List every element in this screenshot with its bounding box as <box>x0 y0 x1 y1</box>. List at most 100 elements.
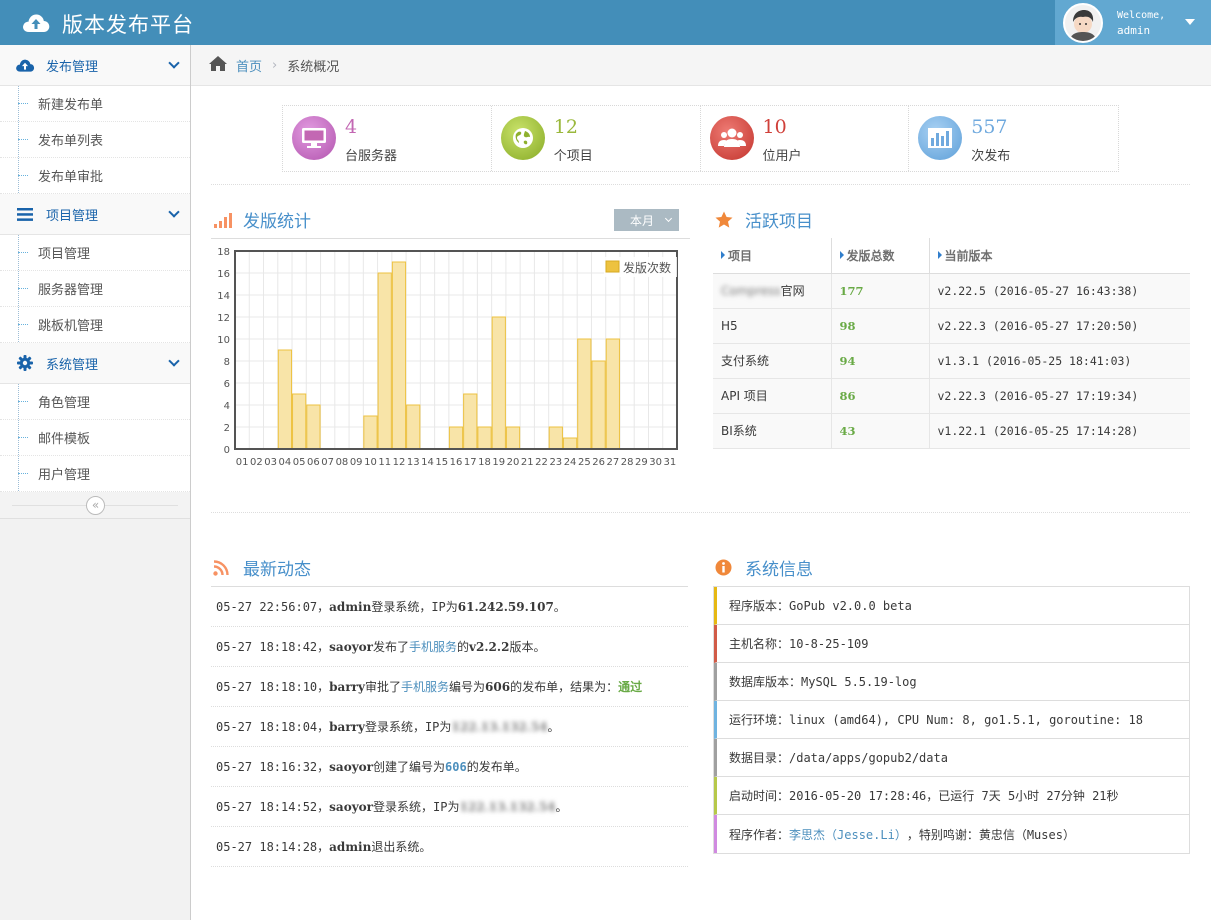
caret-right-icon <box>839 250 844 259</box>
bar <box>505 426 521 450</box>
sidebar-item-label: 角色管理 <box>38 396 91 411</box>
project-version: v1.3.1 (2016-05-25 18:41:03) <box>929 343 1190 379</box>
collapse-icon[interactable]: « <box>86 496 105 515</box>
list-item: 程序版本：GoPub v2.0.0 beta <box>714 587 1189 625</box>
stats-boxes: 4 台服务器 12 个项目 10 位用户 557 次发布 <box>282 105 1119 172</box>
bar <box>448 426 464 450</box>
sidebar-item-new-release[interactable]: 新建发布单 <box>0 86 190 122</box>
y-tick-label: 14 <box>217 291 230 302</box>
project-name: 支付系统 <box>713 343 832 379</box>
widget-title-text: 系统信息 <box>745 560 813 580</box>
activity-text: 编号为 <box>448 680 485 694</box>
sidebar: 发布管理 新建发布单 发布单列表 发布单审批 项目管理 项目管理 服务器管理 跳… <box>0 45 191 920</box>
table-row[interactable]: API 项目 86 v2.22.3 (2016-05-27 17:19:34) <box>713 378 1190 414</box>
x-tick-label: 21 <box>521 457 534 468</box>
x-tick-label: 24 <box>564 457 577 468</box>
period-dropdown-button[interactable]: 本月 <box>614 209 679 231</box>
stat-label: 个项目 <box>553 149 593 164</box>
list-item: 05-27 18:18:10， barry 审批了 手机服务 编号为 606 的发布单… <box>211 667 688 707</box>
x-tick-label: 08 <box>336 457 349 468</box>
release-bar-chart: 02468101214161801 02 03 04 05 06 07 08 09 10 11 12 1… <box>217 247 678 468</box>
y-tick-label: 6 <box>224 379 230 390</box>
x-tick-label: 14 <box>421 457 434 468</box>
table-row[interactable]: Compress官网 177 v2.22.5 (2016-05-27 16:43… <box>713 273 1190 309</box>
active-projects-table: 项目 发版总数 当前版本 Compress官网 177 v2.22.5 (201… <box>713 238 1190 449</box>
breadcrumb-home-link[interactable]: 首页 <box>236 56 262 75</box>
users-icon <box>709 116 754 160</box>
table-row[interactable]: BI系统 43 v1.22.1 (2016-05-25 17:14:28) <box>713 413 1190 449</box>
activity-text: 。 <box>553 600 566 614</box>
divider <box>211 184 1190 185</box>
table-row[interactable]: H5 98 v2.22.3 (2016-05-27 17:20:50) <box>713 308 1190 344</box>
active-projects-title: 活跃项目 <box>715 207 813 232</box>
brand[interactable]: 版本发布平台 <box>22 9 194 39</box>
sidebar-item-label: 发布单列表 <box>38 134 104 149</box>
author-suffix: ，特别鸣谢：黄忠信（Muses） <box>906 827 1075 842</box>
cloud-upload-icon <box>14 58 36 73</box>
stat-releases: 557 次发布 <box>909 106 1118 171</box>
home-icon[interactable] <box>209 55 227 75</box>
sidebar-item-release-list[interactable]: 发布单列表 <box>0 122 190 158</box>
sidebar-item-release-approval[interactable]: 发布单审批 <box>0 158 190 194</box>
list-item: 程序作者： 李思杰（Jesse.Li） ，特别鸣谢：黄忠信（Muses） <box>714 815 1189 853</box>
project-name: API 项目 <box>713 378 832 414</box>
author-prefix: 程序作者： <box>729 827 790 842</box>
sidebar-item-label: 发布单审批 <box>38 170 104 185</box>
list-item: 运行环境：linux (amd64), CPU Num: 8, go1.5.1,… <box>714 701 1189 739</box>
sidebar-group-project[interactable]: 项目管理 <box>0 194 190 235</box>
sidebar-group-release[interactable]: 发布管理 <box>0 45 190 86</box>
cloud-upload-icon <box>22 12 50 37</box>
table-row[interactable]: 支付系统 94 v1.3.1 (2016-05-25 18:41:03) <box>713 343 1190 379</box>
activity-time: 05-27 18:18:42， <box>216 640 330 654</box>
author-link[interactable]: 李思杰（Jesse.Li） <box>789 826 907 843</box>
column-header-count[interactable]: 发版总数 <box>831 238 930 274</box>
sidebar-item-jumphost-manage[interactable]: 跳板机管理 <box>0 307 190 343</box>
activity-number: 606 <box>485 679 511 694</box>
widget-header-line <box>211 238 690 239</box>
sidebar-item-server-manage[interactable]: 服务器管理 <box>0 271 190 307</box>
x-tick-label: 23 <box>549 457 562 468</box>
redacted-ip: 122.13.132.54 <box>459 799 556 814</box>
sidebar-item-role-manage[interactable]: 角色管理 <box>0 384 190 420</box>
submenu-release: 新建发布单 发布单列表 发布单审批 <box>0 86 190 194</box>
caret-right-icon <box>937 250 942 259</box>
project-link[interactable]: 手机服务 <box>401 678 449 695</box>
rss-icon <box>213 559 235 576</box>
activity-user: saoyor <box>329 639 373 654</box>
bar <box>548 426 563 450</box>
sidebar-item-label: 用户管理 <box>38 468 91 483</box>
activity-time: 05-27 18:16:32， <box>216 760 330 774</box>
x-tick-label: 20 <box>507 457 520 468</box>
table-header-row: 项目 发版总数 当前版本 <box>713 238 1190 274</box>
project-count: 43 <box>831 413 930 449</box>
sidebar-item-user-manage[interactable]: 用户管理 <box>0 456 190 492</box>
project-link[interactable]: 手机服务 <box>409 638 457 655</box>
bar <box>306 404 321 450</box>
sidebar-group-label: 发布管理 <box>46 59 99 75</box>
activity-version: v2.2.2 <box>469 639 510 654</box>
activity-title: 最新动态 <box>213 555 311 580</box>
release-number-link[interactable]: 606 <box>445 760 467 774</box>
chevron-down-icon <box>664 214 673 223</box>
submenu-system: 角色管理 邮件模板 用户管理 <box>0 384 190 492</box>
list-item: 05-27 22:56:07， admin 登录系统，IP为 61.242.59.… <box>211 587 688 627</box>
x-tick-label: 11 <box>378 457 391 468</box>
user-menu[interactable]: Welcome, admin <box>1055 0 1211 45</box>
y-tick-label: 18 <box>217 247 230 258</box>
caret-down-icon[interactable] <box>1185 19 1195 25</box>
sidebar-item-mail-template[interactable]: 邮件模板 <box>0 420 190 456</box>
sidebar-group-system[interactable]: 系统管理 <box>0 343 190 384</box>
sidebar-item-project-manage[interactable]: 项目管理 <box>0 235 190 271</box>
stat-label: 次发布 <box>971 149 1011 164</box>
sidebar-collapse-bar: « <box>0 492 190 519</box>
x-tick-label: 22 <box>535 457 548 468</box>
x-tick-label: 09 <box>350 457 363 468</box>
activity-text: 登录系统，IP为 <box>364 720 452 734</box>
column-header-version[interactable]: 当前版本 <box>929 238 1190 274</box>
y-tick-label: 8 <box>224 357 230 368</box>
widget-title-text: 最新动态 <box>243 560 311 580</box>
caret-right-icon <box>721 250 725 259</box>
y-tick-label: 10 <box>217 335 230 346</box>
column-header-project[interactable]: 项目 <box>713 238 832 274</box>
system-info-list: 程序版本：GoPub v2.0.0 beta 主机名称：10-8-25-109 … <box>713 586 1190 854</box>
